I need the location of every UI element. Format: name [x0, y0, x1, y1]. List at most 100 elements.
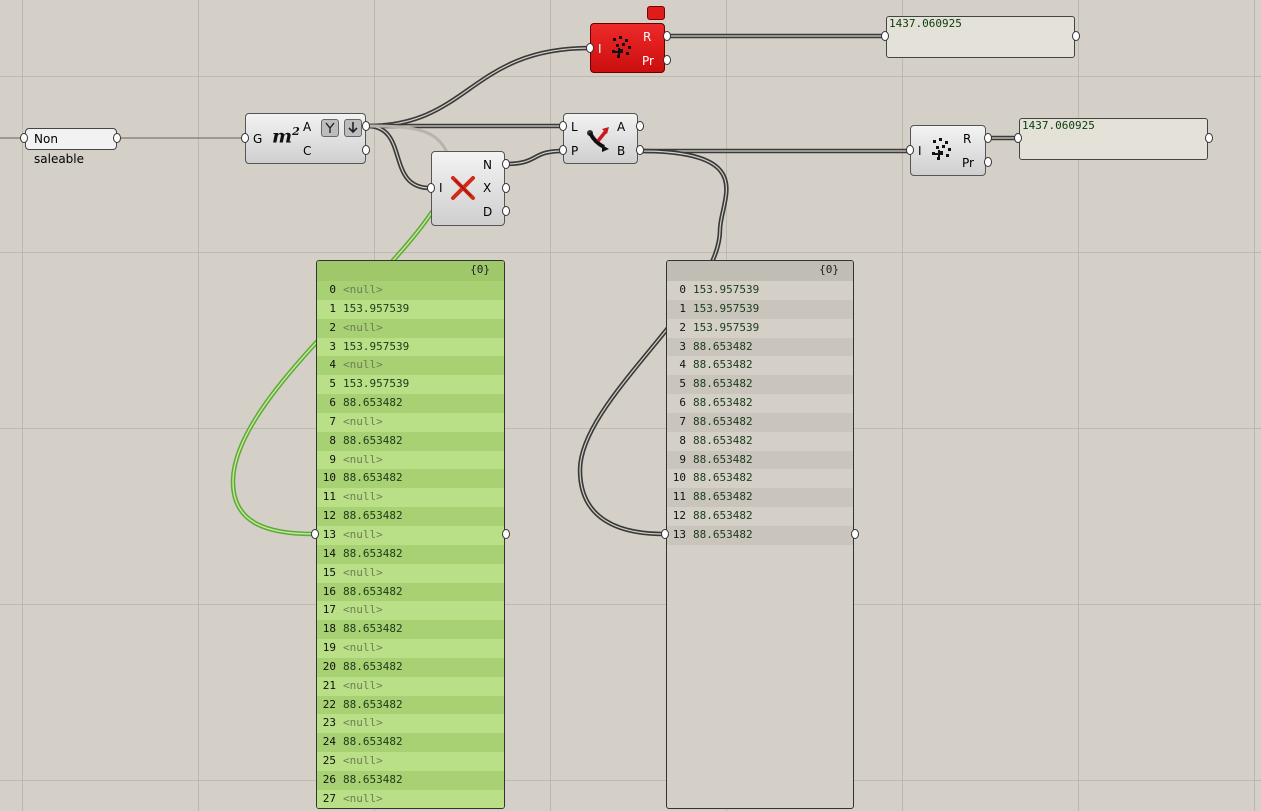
result-panel-right[interactable]: 1437.060925 [1019, 118, 1208, 160]
massadd-top-output-Pr-grip[interactable] [663, 55, 671, 65]
row-index: 7 [679, 414, 686, 428]
row-index: 18 [322, 622, 336, 636]
area-output-C: C [303, 144, 312, 158]
result-panel-top-output-grip[interactable] [1072, 31, 1080, 41]
mass-addition-top-component[interactable]: I R Pr [590, 23, 665, 73]
wire-area-to-massadd-top [364, 45, 593, 129]
data-panel-grey-output-grip[interactable] [851, 529, 859, 539]
data-panel-green[interactable]: {0} 0 <null> 1 153.957539 2 <null> 3 153.957539… [316, 260, 505, 809]
area-component[interactable]: G m2 A C [245, 113, 366, 164]
row-value: 88.653482 [343, 735, 403, 749]
dispatch-output-B-grip[interactable] [636, 145, 644, 155]
data-panel-green-list: 0 <null> 1 153.957539 2 <null> 3 153.957539 4 <nu… [317, 281, 504, 808]
row-value: <null> [343, 565, 383, 579]
result-panel-top[interactable]: 1437.060925 [886, 16, 1075, 58]
row-index: 9 [679, 452, 686, 466]
flatten-flag-icon[interactable] [344, 119, 362, 137]
row-index: 22 [322, 697, 336, 711]
data-panel-row: 24 88.653482 [317, 733, 504, 753]
nullitem-output-X-grip[interactable] [502, 183, 510, 193]
nullitem-input-grip[interactable] [427, 183, 435, 193]
dispatch-input-P-grip[interactable] [559, 145, 567, 155]
area-output-A: A [303, 120, 312, 134]
data-panel-row: 27 <null> [317, 789, 504, 808]
row-value: 88.653482 [693, 433, 753, 447]
area-output-A-grip[interactable] [362, 121, 370, 131]
massadd-right-output-R-grip[interactable] [984, 133, 992, 143]
result-panel-right-input-grip[interactable] [1014, 133, 1022, 143]
data-panel-green-output-grip[interactable] [502, 529, 510, 539]
result-panel-top-value: 1437.060925 [889, 17, 962, 30]
data-panel-row: 9 <null> [317, 450, 504, 470]
null-item-component[interactable]: I N X D [431, 151, 505, 226]
data-panel-row: 4 <null> [317, 356, 504, 376]
row-index: 21 [322, 678, 336, 692]
area-input-grip[interactable] [241, 133, 249, 143]
row-value: <null> [343, 490, 383, 504]
row-index: 26 [322, 772, 336, 786]
nullitem-output-X: X [483, 181, 492, 195]
grasshopper-canvas[interactable]: Non saleable G m2 A C I R Pr 1437.060925 [0, 0, 1261, 811]
massadd-right-input-I: I [918, 144, 922, 158]
row-index: 27 [322, 791, 336, 805]
text-param-label: Non saleable [34, 132, 85, 166]
data-panel-row: 0 <null> [317, 281, 504, 300]
dispatch-icon [584, 123, 612, 156]
row-index: 1 [679, 301, 686, 315]
data-panel-row: 5 153.957539 [317, 375, 504, 395]
data-panel-row: 12 88.653482 [317, 507, 504, 526]
row-value: 88.653482 [693, 509, 753, 523]
data-panel-row: 3 88.653482 [667, 337, 853, 357]
row-value: <null> [343, 791, 383, 805]
dispatch-output-A-grip[interactable] [636, 121, 644, 131]
massadd-right-input-grip[interactable] [906, 145, 914, 155]
row-index: 11 [672, 490, 686, 504]
massadd-right-output-Pr: Pr [962, 156, 974, 170]
row-value: 88.653482 [693, 527, 753, 541]
data-panel-row: 5 88.653482 [667, 375, 853, 395]
row-index: 20 [322, 659, 336, 673]
data-panel-row: 10 88.653482 [317, 469, 504, 489]
result-panel-right-output-grip[interactable] [1205, 133, 1213, 143]
data-panel-green-input-grip[interactable] [311, 529, 319, 539]
row-index: 12 [322, 509, 336, 523]
nullitem-output-N-grip[interactable] [502, 159, 510, 169]
row-index: 0 [679, 283, 686, 296]
error-balloon-icon[interactable] [647, 6, 665, 20]
data-panel-grey-path: {0} [667, 261, 853, 281]
row-value: <null> [343, 603, 383, 617]
row-value: 88.653482 [693, 396, 753, 410]
massadd-right-output-Pr-grip[interactable] [984, 157, 992, 167]
data-panel-grey-input-grip[interactable] [661, 529, 669, 539]
data-panel-row: 18 88.653482 [317, 620, 504, 640]
text-param-output-grip[interactable] [113, 133, 121, 143]
row-index: 1 [329, 301, 336, 315]
dispatch-input-L-grip[interactable] [559, 121, 567, 131]
text-param-non-saleable[interactable]: Non saleable [25, 128, 117, 166]
row-value: 88.653482 [693, 490, 753, 504]
massadd-top-input-grip[interactable] [586, 43, 594, 53]
data-panel-row: 2 <null> [317, 318, 504, 338]
nullitem-output-D-grip[interactable] [502, 206, 510, 216]
massadd-top-output-Pr: Pr [642, 54, 654, 68]
row-value: 88.653482 [693, 377, 753, 391]
row-value: 153.957539 [343, 377, 410, 391]
dispatch-input-L: L [571, 120, 578, 134]
data-panel-row: 26 88.653482 [317, 770, 504, 790]
massadd-top-output-R-grip[interactable] [663, 31, 671, 41]
row-index: 5 [329, 377, 336, 391]
result-panel-top-input-grip[interactable] [881, 31, 889, 41]
text-param-input-grip[interactable] [20, 133, 28, 143]
row-index: 2 [329, 320, 336, 334]
nullitem-input-I: I [439, 181, 443, 195]
data-panel-row: 13 88.653482 [667, 525, 853, 545]
graft-flag-icon[interactable] [321, 119, 339, 137]
row-index: 13 [672, 527, 686, 541]
mass-addition-right-component[interactable]: I R Pr [910, 125, 986, 176]
area-output-C-grip[interactable] [362, 145, 370, 155]
dispatch-component[interactable]: L P A B [563, 113, 638, 164]
nullitem-output-D: D [483, 205, 493, 219]
data-panel-row: 0 153.957539 [667, 281, 853, 300]
data-panel-grey[interactable]: {0} 0 153.957539 1 153.957539 2 153.957539 3 88… [666, 260, 854, 809]
row-index: 6 [679, 396, 686, 410]
